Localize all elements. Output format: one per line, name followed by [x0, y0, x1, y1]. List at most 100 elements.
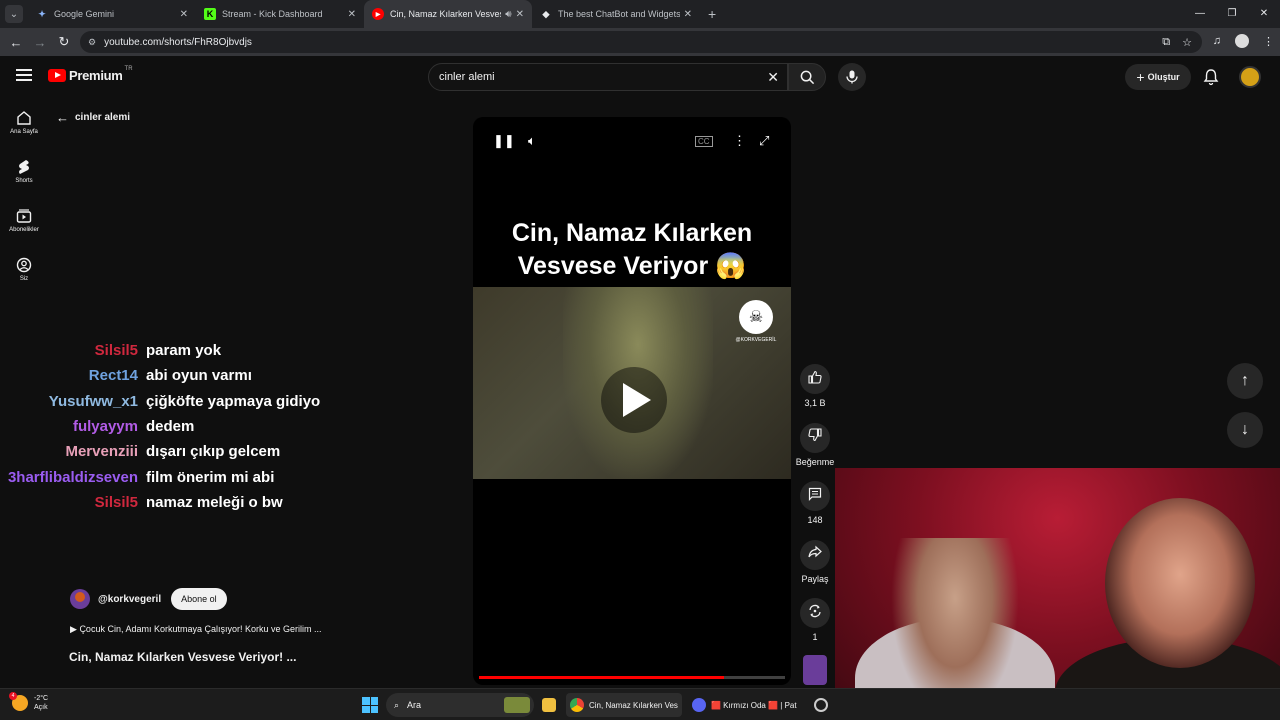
profile-avatar[interactable] [1235, 34, 1249, 48]
previous-short-button[interactable]: ↑ [1227, 363, 1263, 399]
share-button[interactable] [800, 539, 830, 570]
sidebar-item-label: Siz [19, 276, 29, 282]
chrome-taskbar-button[interactable]: Cin, Namaz Kılarken Ves [566, 693, 682, 717]
taskbar-search[interactable]: ⌕ Ara [386, 693, 534, 717]
close-tab-icon[interactable]: ✕ [684, 9, 692, 20]
discord-taskbar-button[interactable]: 🟥 Kırmızı Oda 🟥 | Pat [688, 693, 806, 717]
weather-widget[interactable]: 4 -2°C Açık [9, 692, 48, 712]
chat-message: Yusufww_x1 çiğköfte yapmaya gidiyo [0, 389, 400, 414]
shorts-icon [16, 159, 32, 175]
sidebar-item-label: Abonelikler [9, 227, 39, 233]
bookmark-star-icon[interactable]: ☆ [1182, 36, 1192, 49]
microphone-icon [846, 70, 858, 84]
back-button[interactable]: ← [4, 35, 28, 50]
subscriptions-icon [16, 208, 32, 224]
sidebar-item-label: Shorts [15, 178, 33, 184]
sidebar-item-ana-sayfa[interactable]: Ana Sayfa [0, 98, 48, 147]
obs-taskbar-button[interactable] [810, 693, 832, 717]
tab-search-button[interactable]: ⌄ [5, 5, 23, 23]
progress-bar[interactable] [479, 676, 785, 679]
close-tab-icon[interactable]: ✕ [516, 9, 524, 20]
skull-logo-icon: ☠ [739, 300, 773, 334]
share-icon [808, 545, 822, 564]
chrome-icon [570, 698, 584, 712]
action-comment: 148 [795, 481, 835, 540]
channel-handle[interactable]: @korkvegeril [98, 594, 161, 605]
action-label: 1 [812, 632, 818, 642]
obs-icon [814, 698, 828, 712]
like-button[interactable] [800, 364, 830, 394]
close-tab-icon[interactable]: ✕ [348, 9, 356, 20]
fullscreen-icon[interactable]: ⤢ [759, 133, 769, 149]
weather-sun-icon: 4 [9, 692, 28, 711]
close-tab-icon[interactable]: ✕ [180, 9, 188, 20]
comment-icon [808, 487, 822, 506]
play-triangle-icon: ▶ [70, 624, 77, 634]
chat-username: Mervenziii [65, 443, 138, 461]
weather-condition: Açık [34, 704, 48, 711]
remix-button[interactable] [800, 598, 830, 628]
voice-search-button[interactable] [838, 63, 866, 91]
big-play-icon[interactable] [601, 367, 667, 433]
install-app-icon[interactable]: ⧉ [1162, 36, 1170, 49]
create-button[interactable]: + Oluştur [1125, 64, 1191, 90]
back-label: cinler alemi [75, 112, 131, 123]
account-avatar[interactable] [1239, 66, 1261, 88]
browser-tab[interactable]: K Stream - Kick Dashboard ✕ [196, 0, 364, 28]
maximize-button[interactable]: ❐ [1216, 0, 1248, 28]
search-input[interactable]: cinler alemi [439, 71, 767, 83]
start-button[interactable] [362, 697, 378, 713]
action-remix: 1 [795, 598, 835, 657]
video-frame[interactable]: ☠ @KORKVEGERİL [473, 287, 791, 479]
chat-username: fulyayym [72, 418, 138, 436]
sidebar-item-siz[interactable]: Siz [0, 245, 48, 294]
url-text: youtube.com/shorts/FhR8Ojbvdjs [104, 36, 252, 48]
youtube-logo[interactable]: Premium TR [48, 66, 133, 83]
chat-text: param yok [146, 342, 222, 360]
sidebar-item-shorts[interactable]: Shorts [0, 147, 48, 196]
address-bar[interactable]: ⚙ youtube.com/shorts/FhR8Ojbvdjs ⧉ ☆ [80, 31, 1202, 53]
clear-search-icon[interactable]: ✕ [767, 69, 779, 86]
captions-icon[interactable]: CC [695, 136, 713, 147]
chat-text: çiğköfte yapmaya gidiyo [146, 392, 321, 410]
subscribe-button[interactable]: Abone ol [171, 588, 227, 610]
discord-taskbar-label: 🟥 Kırmızı Oda 🟥 | Pat [711, 700, 797, 710]
speaker-icon[interactable]: 🔊︎ [505, 9, 511, 20]
volume-icon[interactable]: 🔈︎ [528, 133, 536, 149]
browser-toolbar: ← → ↻ ⚙ youtube.com/shorts/FhR8Ojbvdjs ⧉… [0, 28, 1280, 56]
search-highlight-icon [504, 697, 530, 713]
chat-message: fulyayym dedem [0, 414, 400, 439]
sidebar-item-label: Ana Sayfa [10, 129, 38, 135]
search-box[interactable]: cinler alemi ✕ [428, 63, 788, 91]
browser-tab[interactable]: ▶ Cin, Namaz Kılarken Vesvese 🔊︎ ✕ [364, 0, 532, 28]
overlay-line-2: Vesvese Veriyor 😱 [517, 252, 747, 280]
next-short-button[interactable]: ↓ [1227, 412, 1263, 448]
guide-menu-icon[interactable] [16, 69, 32, 84]
new-tab-button[interactable]: + [708, 6, 716, 22]
file-explorer-button[interactable] [538, 693, 560, 717]
comment-button[interactable] [800, 481, 830, 511]
notifications-bell-icon[interactable] [1202, 68, 1220, 86]
forward-button[interactable]: → [28, 35, 52, 50]
mini-guide: Ana Sayfa Shorts Abonelikler Siz [0, 98, 48, 294]
pause-icon[interactable]: ❚❚ [493, 133, 515, 149]
channel-avatar[interactable] [70, 589, 90, 609]
site-info-icon[interactable]: ⚙ [88, 37, 96, 48]
back-to-search-link[interactable]: ← cinler alemi [56, 110, 130, 125]
close-window-button[interactable]: ✕ [1248, 0, 1280, 28]
browser-tab[interactable]: ◆ The best ChatBot and Widgets ✕ [532, 0, 700, 28]
channel-thumbnail[interactable] [803, 655, 827, 685]
shorts-player[interactable]: ❚❚ 🔈︎ CC ⋮ ⤢ Cin, Namaz Kılarken Vesvese… [473, 117, 791, 685]
more-options-icon[interactable]: ⋮ [733, 133, 746, 149]
search-button[interactable] [788, 63, 826, 91]
browser-tab[interactable]: ✦ Google Gemini ✕ [28, 0, 196, 28]
reload-button[interactable]: ↻ [52, 34, 76, 50]
browser-menu-icon[interactable]: ⋮ [1263, 35, 1274, 48]
dislike-button[interactable] [800, 422, 830, 453]
video-description[interactable]: ▶ Çocuk Cin, Adamı Korkutmaya Çalışıyor!… [70, 624, 322, 635]
media-control-icon[interactable]: ♫ [1213, 35, 1221, 47]
video-title[interactable]: Cin, Namaz Kılarken Vesvese Veriyor! ... [69, 650, 296, 664]
sidebar-item-abonelikler[interactable]: Abonelikler [0, 196, 48, 245]
shorts-navigation: ↑ ↓ [1227, 363, 1263, 461]
minimize-button[interactable]: — [1184, 0, 1216, 28]
